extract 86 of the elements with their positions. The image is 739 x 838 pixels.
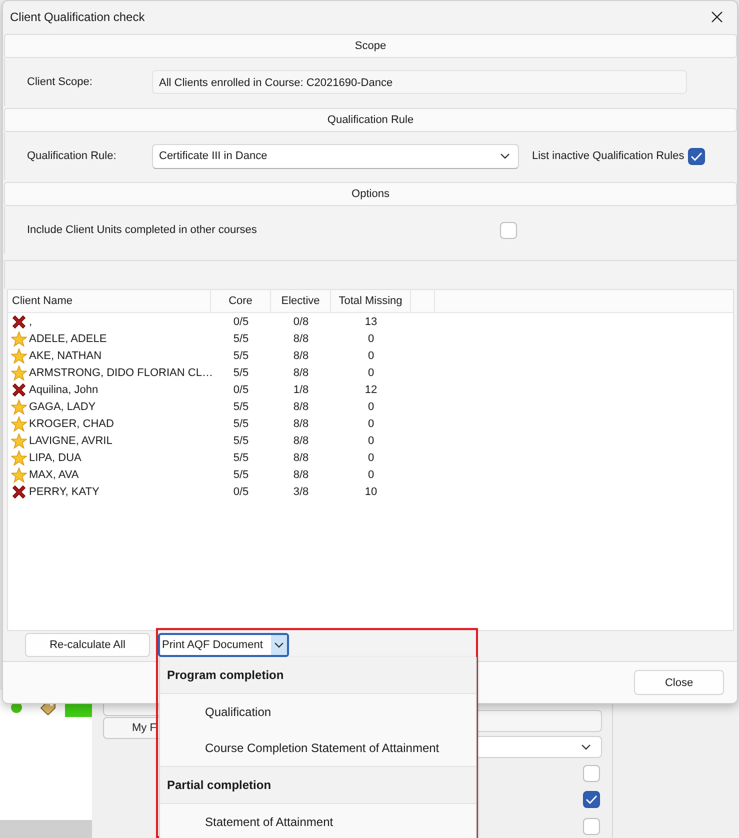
cross-icon bbox=[11, 484, 27, 500]
cross-icon bbox=[11, 382, 27, 398]
table-cell: 5/5 bbox=[233, 366, 249, 378]
star-icon bbox=[11, 348, 27, 364]
table-cell: 0/5 bbox=[233, 316, 249, 328]
checkbox[interactable] bbox=[500, 222, 517, 238]
table-cell: LIPA, DUA bbox=[29, 452, 82, 464]
table-cell: GAGA, LADY bbox=[29, 400, 96, 412]
checkbox-label: List inactive Qualification Rules bbox=[532, 150, 684, 162]
table-cell: 12 bbox=[364, 384, 378, 396]
menu-group-header: Partial completion bbox=[160, 766, 476, 804]
table-cell: 5/5 bbox=[233, 434, 249, 446]
close-icon bbox=[711, 10, 723, 22]
table-cell: 0 bbox=[368, 418, 374, 430]
field-label: Qualification Rule: bbox=[27, 150, 118, 162]
star-icon bbox=[11, 432, 27, 448]
table-cell: 0 bbox=[368, 350, 374, 362]
table-cell: 0 bbox=[368, 434, 374, 446]
table-cell: PERRY, KATY bbox=[29, 486, 100, 498]
table-cell: 0/8 bbox=[293, 316, 309, 328]
checkbox-label: Include Client Units completed in other courses bbox=[27, 224, 258, 236]
table-cell: 8/8 bbox=[293, 468, 309, 480]
table-cell: 5/5 bbox=[233, 468, 249, 480]
menu-item[interactable]: Qualification bbox=[160, 694, 476, 730]
section-header: Qualification Rule bbox=[4, 108, 737, 132]
table-cell: 1/8 bbox=[293, 384, 309, 396]
table-cell: ADELE, ADELE bbox=[29, 332, 107, 344]
table-cell: 10 bbox=[364, 486, 378, 498]
table-cell: Aquilina, John bbox=[29, 384, 98, 396]
table-cell: 8/8 bbox=[293, 400, 309, 412]
table-cell: 8/8 bbox=[293, 418, 309, 430]
checkbox[interactable] bbox=[688, 148, 706, 164]
table-cell: 0 bbox=[368, 332, 374, 344]
table-cell: 0 bbox=[368, 468, 374, 480]
star-icon bbox=[11, 416, 27, 432]
table-cell: 3/8 bbox=[293, 486, 309, 498]
table-cell: AKE, NATHAN bbox=[29, 350, 102, 362]
table-cell: 8/8 bbox=[293, 332, 309, 344]
section-header: Scope bbox=[4, 34, 737, 58]
column-header[interactable]: Client Name bbox=[8, 290, 211, 312]
close-button[interactable]: Close bbox=[634, 670, 724, 695]
star-icon bbox=[11, 330, 27, 346]
table-cell: LAVIGNE, AVRIL bbox=[29, 434, 112, 446]
table-cell: 5/5 bbox=[233, 418, 249, 430]
star-icon bbox=[11, 398, 27, 414]
print-dropdown[interactable]: Print AQF Document bbox=[158, 633, 289, 657]
table-cell: 0 bbox=[368, 400, 374, 412]
table-cell: 5/5 bbox=[233, 332, 249, 344]
chevron-down-icon bbox=[500, 153, 510, 159]
table-cell: 0 bbox=[368, 366, 374, 378]
table-cell: 5/5 bbox=[233, 400, 249, 412]
table-cell: 0 bbox=[368, 452, 374, 464]
chevron-down-icon bbox=[274, 642, 284, 648]
table-cell: 8/8 bbox=[293, 366, 309, 378]
star-icon bbox=[11, 450, 27, 466]
column-header[interactable]: Total Missing bbox=[331, 290, 411, 312]
section-header: Options bbox=[4, 182, 737, 206]
star-icon bbox=[11, 364, 27, 380]
table-cell: KROGER, CHAD bbox=[29, 418, 114, 430]
chevron-down-icon bbox=[581, 744, 591, 750]
cross-icon bbox=[11, 314, 27, 330]
table-cell: 8/8 bbox=[293, 452, 309, 464]
table-cell: 8/8 bbox=[293, 434, 309, 446]
table-cell: , bbox=[29, 316, 32, 328]
table-cell: 13 bbox=[364, 316, 378, 328]
scope-field: All Clients enrolled in Course: C2021690-Dance bbox=[152, 70, 687, 94]
table-cell: 0/5 bbox=[233, 384, 249, 396]
field-label: Client Scope: bbox=[27, 76, 94, 88]
menu-group-header: Program completion bbox=[160, 657, 476, 694]
window-title: Client Qualification check bbox=[10, 10, 145, 24]
recalculate-button[interactable]: Re-calculate All bbox=[25, 633, 150, 657]
checkbox[interactable] bbox=[583, 818, 600, 835]
menu-item[interactable]: Statement of Attainment bbox=[160, 804, 476, 838]
table-cell: 0/5 bbox=[233, 486, 249, 498]
table-cell: 5/5 bbox=[233, 350, 249, 362]
table-cell: ARMSTRONG, DIDO FLORIAN CL… bbox=[29, 366, 213, 378]
menu-item[interactable]: Course Completion Statement of Attainment bbox=[160, 730, 476, 766]
checkbox[interactable] bbox=[583, 765, 600, 782]
star-icon bbox=[11, 466, 27, 482]
table-cell: MAX, AVA bbox=[29, 468, 79, 480]
column-header[interactable]: Core bbox=[211, 290, 271, 312]
column-header[interactable]: Elective bbox=[271, 290, 331, 312]
qualification-dropdown[interactable]: Certificate III in Dance bbox=[152, 144, 519, 168]
table-cell: 5/5 bbox=[233, 452, 249, 464]
table-cell: 8/8 bbox=[293, 350, 309, 362]
checkbox[interactable] bbox=[583, 791, 600, 808]
